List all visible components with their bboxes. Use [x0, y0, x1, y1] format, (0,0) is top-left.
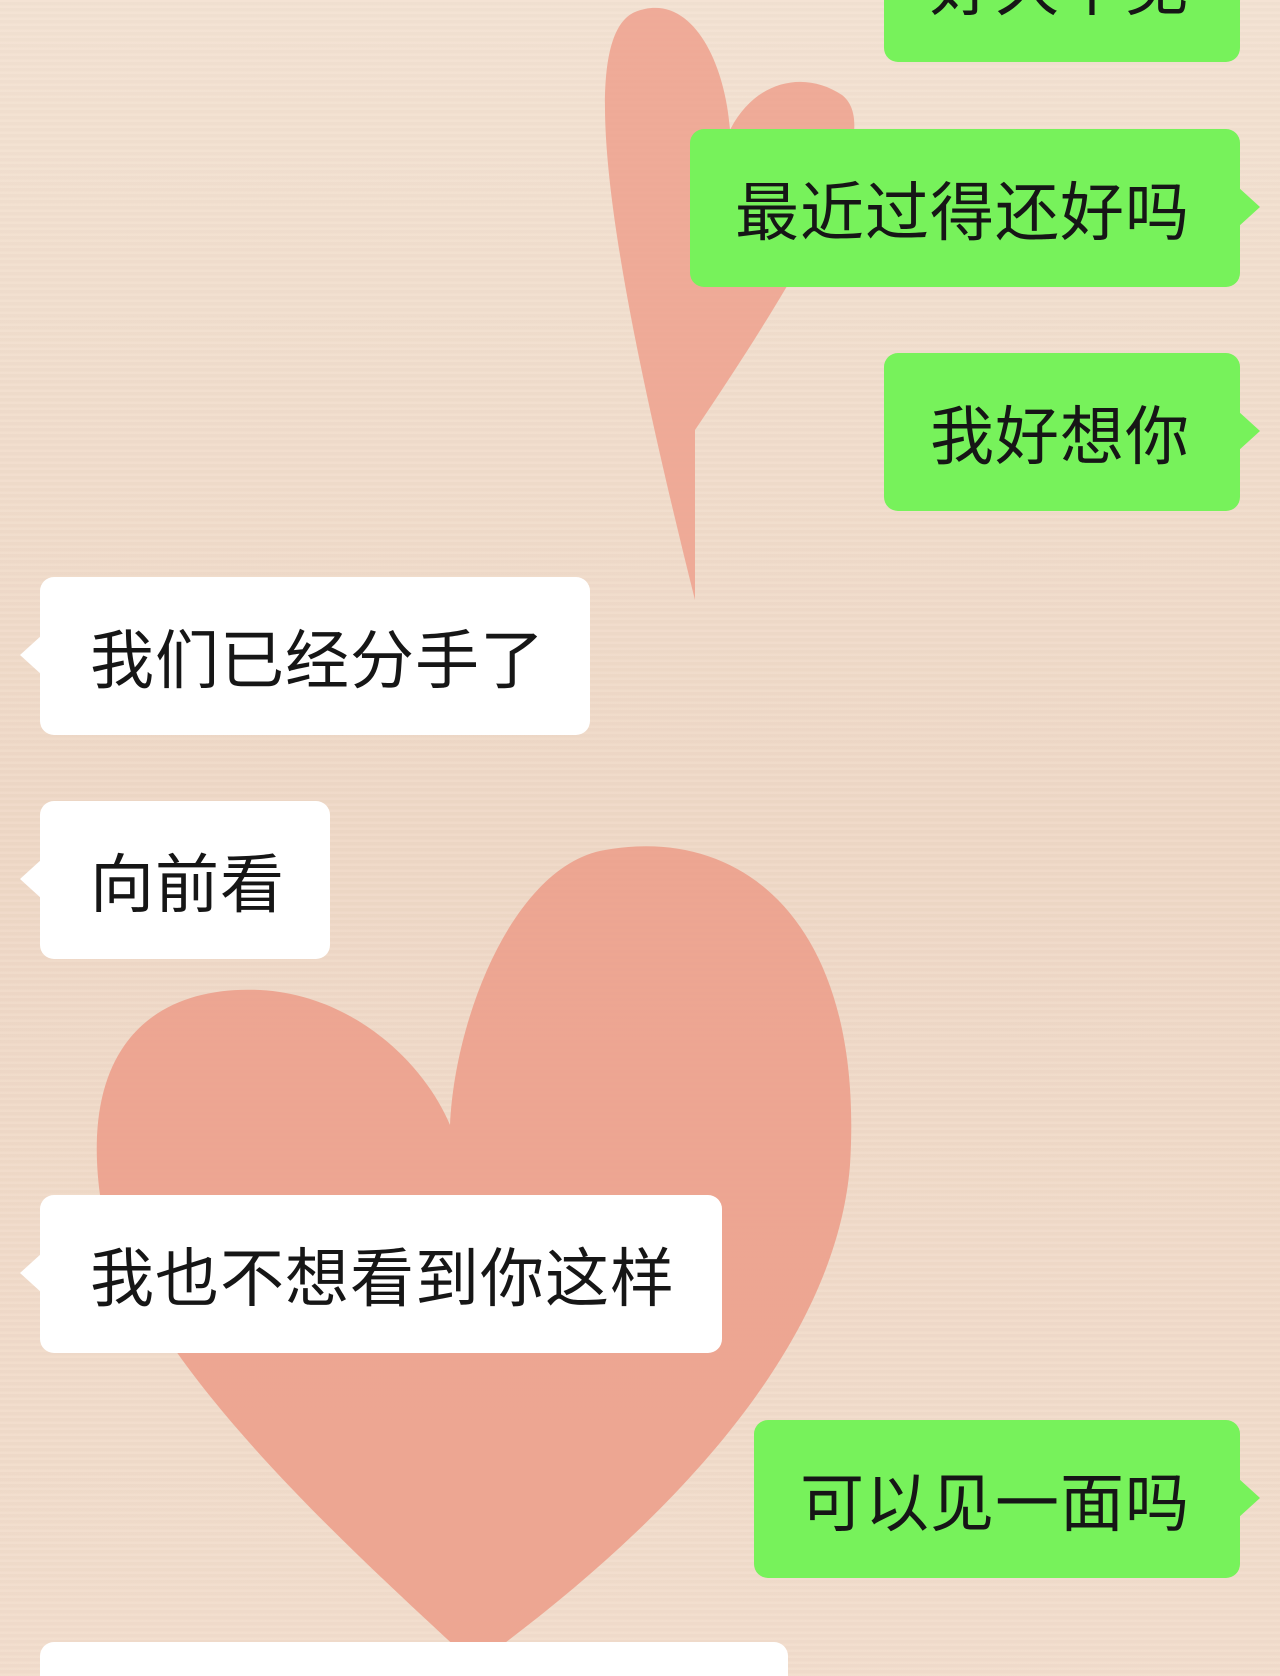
- sent-message-bubble[interactable]: 可以见一面吗: [754, 1420, 1260, 1578]
- received-message-bubble[interactable]: 我们已经分手了: [20, 577, 590, 735]
- sent-message-bubble[interactable]: 最近过得还好吗: [690, 129, 1260, 287]
- message-text: 可以见一面吗: [800, 1468, 1190, 1542]
- received-message-bubble[interactable]: 向前看: [20, 801, 330, 959]
- message-text: 好久不见: [930, 0, 1190, 29]
- message-text: 最近过得还好吗: [735, 177, 1190, 251]
- message-text: 我也不想看到你这样: [90, 1243, 675, 1317]
- message-text: 向前看: [90, 849, 285, 923]
- message-text: 我们已经分手了: [90, 625, 545, 699]
- message-text: 我好想你: [930, 401, 1190, 475]
- received-message-bubble[interactable]: 我也不想看到你这样: [20, 1195, 722, 1353]
- sent-message-bubble[interactable]: 我好想你: [884, 353, 1260, 511]
- sent-message-bubble[interactable]: 好久不见: [884, 0, 1260, 62]
- received-message-bubble[interactable]: [40, 1642, 788, 1676]
